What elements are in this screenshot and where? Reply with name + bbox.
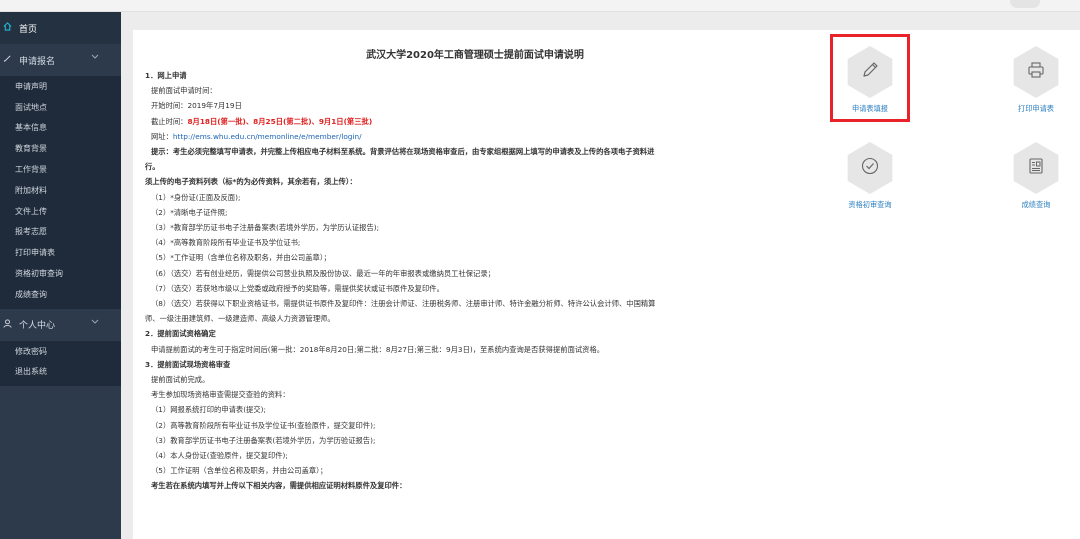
list-item: （8）（选交）若获得以下职业资格证书，需提供证书原件及复印件：注册会计师证、注册… bbox=[151, 299, 656, 309]
list-item: （7）（选交）若获地市级以上党委或政府授予的奖励等，需提供奖状或证书原件及复印件… bbox=[151, 283, 444, 293]
sidebar-item-print-form[interactable]: 打印申请表 bbox=[0, 242, 121, 264]
sidebar-item-interview-location[interactable]: 面试地点 bbox=[0, 96, 121, 118]
tip-line: 提示：考生必须完整填写申请表，并完整上传相应电子材料至系统。背景评估将在现场资格… bbox=[151, 147, 655, 157]
list-item: （3）*教育部学历证书电子注册备案表(若境外学历，为学历认证报告); bbox=[151, 223, 380, 233]
sidebar-item-logout[interactable]: 退出系统 bbox=[0, 361, 121, 383]
id-card-icon bbox=[1026, 156, 1046, 180]
sidebar-item-file-upload[interactable]: 文件上传 bbox=[0, 200, 121, 222]
sidebar-item-additional[interactable]: 附加材料 bbox=[0, 179, 121, 201]
sidebar-item-score-query[interactable]: 成绩查询 bbox=[0, 283, 121, 305]
list-item: （6）（选交）若有创业经历，需提供公司营业执照及股份协议、最近一年的年审报表或缴… bbox=[151, 268, 495, 278]
home-icon bbox=[3, 22, 13, 34]
sidebar-group-label: 个人中心 bbox=[19, 321, 56, 332]
sidebar-item-label: 首页 bbox=[19, 24, 38, 35]
page-title: 武汉大学2020年工商管理硕士提前面试申请说明 bbox=[366, 50, 584, 61]
list-item: （3）教育部学历证书电子注册备案表(若境外学历，为学历验证报告); bbox=[151, 435, 376, 445]
pen-icon bbox=[3, 54, 13, 66]
chevron-down-icon bbox=[91, 318, 99, 327]
print-form-tile[interactable]: 打印申请表 bbox=[996, 46, 1076, 126]
highlight-box bbox=[830, 34, 910, 122]
deadline-dates: 8月18日(第一批)、8月25日(第二批)、9月1日(第三批) bbox=[187, 116, 373, 126]
list-item: （5）*工作证明（含单位名称及职务，并由公司盖章）； bbox=[151, 253, 331, 263]
sidebar-item-change-password[interactable]: 修改密码 bbox=[0, 340, 121, 362]
url-label: 网址： bbox=[151, 131, 173, 141]
doc-line: 截止时间：8月18日(第一批)、8月25日(第二批)、9月1日(第三批) bbox=[145, 114, 805, 129]
list-item-continued: 师、一级注册建筑师、一级建造师、高级人力资源管理师。 bbox=[145, 314, 335, 324]
sidebar-item-education[interactable]: 教育背景 bbox=[0, 138, 121, 160]
sidebar: 首页 申请报名 申请声明 面试地点 基本信息 教育背景 工作背景 附加材料 文件… bbox=[0, 12, 121, 539]
chevron-down-icon bbox=[91, 53, 99, 62]
deadline-label: 截止时间： bbox=[151, 116, 188, 126]
doc-line: 提前面试前完成。 bbox=[151, 375, 210, 385]
sidebar-group-label: 申请报名 bbox=[19, 56, 56, 67]
section-heading: 3．提前面试现场资格审查 bbox=[145, 359, 231, 369]
sidebar-item-home[interactable]: 首页 bbox=[0, 12, 121, 44]
tile-hexagon bbox=[1013, 46, 1059, 98]
tile-label: 成绩查询 bbox=[1021, 200, 1051, 209]
instructions-document: 武汉大学2020年工商管理硕士提前面试申请说明 1．网上申请 提前面试申请时间：… bbox=[145, 46, 805, 494]
section-heading: 2．提前面试资格确定 bbox=[145, 329, 216, 339]
user-icon bbox=[3, 319, 13, 331]
sidebar-item-preference[interactable]: 报考志愿 bbox=[0, 221, 121, 243]
doc-line: 考生参加现场资格审查需提交查验的资料： bbox=[151, 390, 290, 400]
sidebar-group-user[interactable]: 个人中心 bbox=[0, 309, 121, 341]
sidebar-item-review-query[interactable]: 资格初审查询 bbox=[0, 263, 121, 284]
list-item: （5）工作证明（含单位名称及职务，并由公司盖章）； bbox=[151, 466, 328, 476]
printer-icon bbox=[1026, 60, 1046, 84]
section-heading: 1．网上申请 bbox=[145, 71, 187, 80]
doc-line: 申请提前面试的考生可于指定时间后(第一批：2018年8月20日;第二批：8月27… bbox=[151, 344, 605, 354]
sidebar-group-apply[interactable]: 申请报名 bbox=[0, 44, 121, 76]
tile-hexagon bbox=[847, 142, 893, 194]
upload-list-heading: 须上传的电子资料列表（标*的为必传资料，其余若有，须上传）： bbox=[145, 177, 357, 187]
top-bar-control[interactable] bbox=[1010, 0, 1040, 8]
tile-label: 打印申请表 bbox=[1018, 104, 1054, 113]
sidebar-item-work[interactable]: 工作背景 bbox=[0, 159, 121, 180]
sidebar-item-apply-statement[interactable]: 申请声明 bbox=[0, 76, 121, 97]
sidebar-item-basic-info[interactable]: 基本信息 bbox=[0, 117, 121, 139]
app-root: 首页 申请报名 申请声明 面试地点 基本信息 教育背景 工作背景 附加材料 文件… bbox=[0, 0, 1080, 539]
tile-hexagon bbox=[1013, 142, 1059, 194]
sidebar-user-list: 修改密码 退出系统 bbox=[0, 340, 121, 387]
doc-line: 开始时间：2019年7月19日 bbox=[151, 101, 242, 111]
list-item: （1）网报系统打印的申请表(提交); bbox=[151, 405, 266, 415]
score-query-tile[interactable]: 成绩查询 bbox=[996, 142, 1076, 222]
list-item: （4）本人身份证(查验原件，提交复印件); bbox=[151, 451, 288, 461]
review-query-tile[interactable]: 资格初审查询 bbox=[830, 142, 910, 222]
sidebar-apply-list: 申请声明 面试地点 基本信息 教育背景 工作背景 附加材料 文件上传 报考志愿 … bbox=[0, 76, 121, 309]
doc-line: 网址：http://ems.whu.edu.cn/memonline/e/mem… bbox=[145, 129, 805, 144]
doc-line: 考生若在系统内填写并上传以下相关内容，需提供相应证明材料原件及复印件： bbox=[151, 481, 407, 491]
list-item: （2）*清晰电子证件照; bbox=[151, 207, 228, 217]
check-circle-icon bbox=[860, 156, 880, 180]
tip-line: 行。 bbox=[145, 162, 160, 172]
list-item: （1）*身份证(正面及反面); bbox=[151, 192, 241, 202]
tile-label: 资格初审查询 bbox=[848, 200, 892, 209]
top-bar bbox=[0, 0, 1080, 12]
doc-line: 提前面试申请时间： bbox=[151, 86, 217, 96]
list-item: （2）高等教育阶段所有毕业证书及学位证书(查验原件，提交复印件); bbox=[151, 420, 376, 430]
list-item: （4）*高等教育阶段所有毕业证书及学位证书; bbox=[151, 238, 301, 248]
system-url-link[interactable]: http://ems.whu.edu.cn/memonline/e/member… bbox=[173, 132, 362, 141]
main-card: 武汉大学2020年工商管理硕士提前面试申请说明 1．网上申请 提前面试申请时间：… bbox=[133, 30, 1080, 539]
